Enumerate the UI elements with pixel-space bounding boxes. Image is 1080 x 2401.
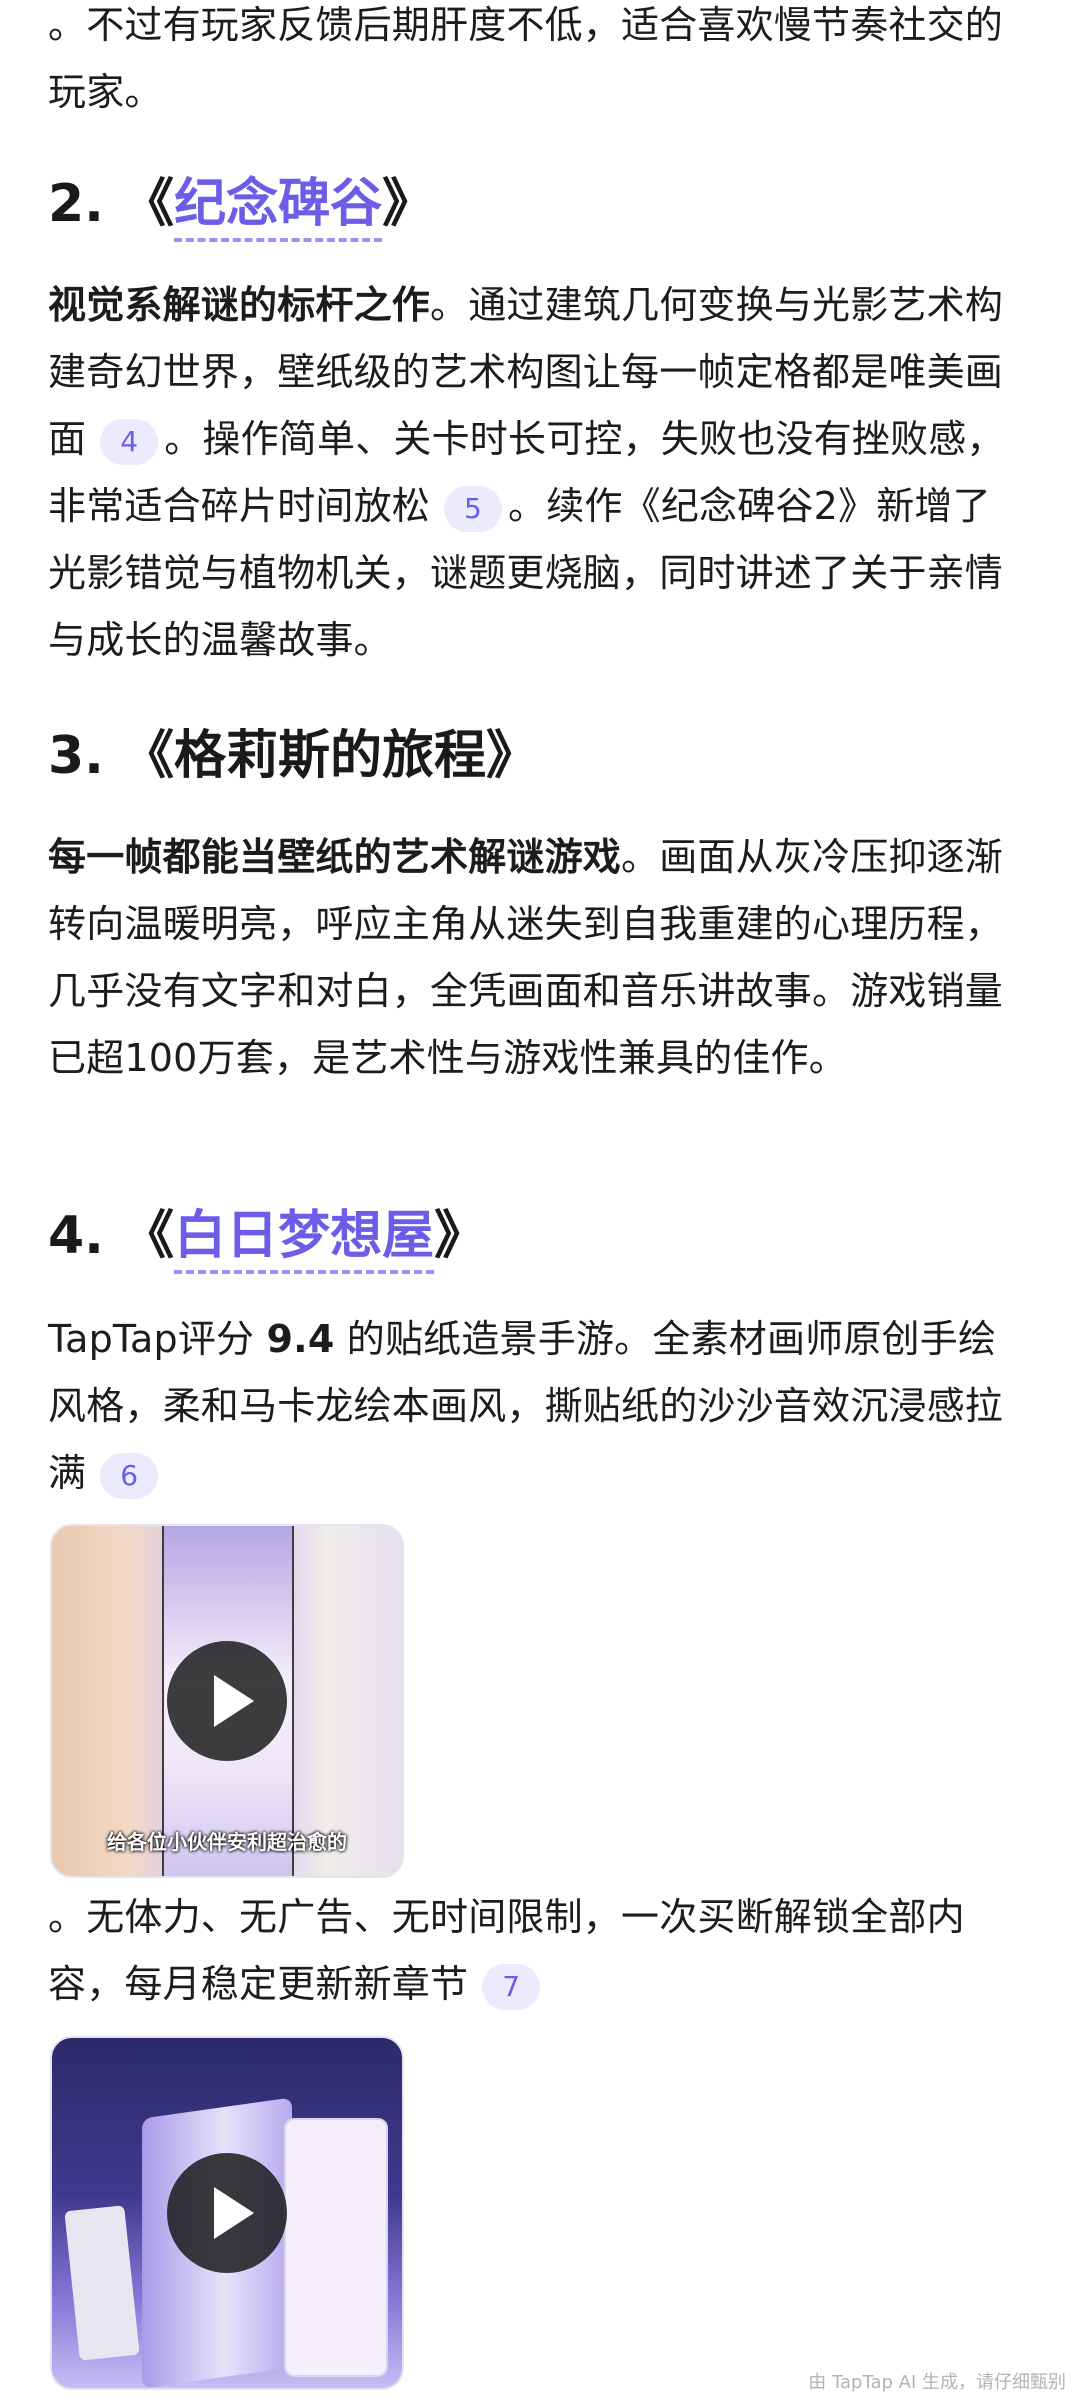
item-3-title: 3. 《格莉斯的旅程》 (48, 726, 539, 786)
taptap-score: 9.4 (266, 1317, 335, 1361)
heading-item-3: 3. 《格莉斯的旅程》 (48, 720, 538, 792)
video-thumbnail-2[interactable] (50, 2036, 404, 2390)
play-icon (214, 2187, 254, 2239)
citation-badge-5[interactable]: 5 (444, 485, 503, 532)
citation-badge-7[interactable]: 7 (482, 1963, 541, 2010)
play-icon (214, 1675, 254, 1727)
paragraph-item-3: 每一帧都能当壁纸的艺术解谜游戏。画面从灰冷压抑逐渐转向温暖明亮，呼应主角从迷失到… (48, 824, 1018, 1092)
citation-badge-6[interactable]: 6 (100, 1452, 159, 1499)
item-4-open-bracket: 《 (122, 1206, 175, 1266)
citation-badge-4[interactable]: 4 (100, 418, 159, 465)
item-4-close-bracket: 》 (434, 1206, 487, 1266)
item-4-number: 4. (48, 1206, 104, 1266)
play-button[interactable] (167, 2153, 287, 2273)
monument-valley-link[interactable]: 纪念碑谷 (174, 174, 383, 242)
heading-item-4: 4. 《白日梦想屋》 (48, 1200, 487, 1274)
paragraph-intro-tail: 。不过有玩家反馈后期肝度不低，适合喜欢慢节奏社交的玩家。 (48, 0, 1018, 126)
intro-tail-text: 。不过有玩家反馈后期肝度不低，适合喜欢慢节奏社交的玩家。 (48, 3, 1004, 114)
item-2-open-bracket: 《 (122, 174, 175, 234)
video-2-paper-art (64, 2205, 140, 2361)
item-2-number: 2. (48, 174, 104, 234)
item-3-lead: 每一帧都能当壁纸的艺术解谜游戏 (48, 835, 622, 879)
paragraph-item-4: TapTap评分 9.4 的贴纸造景手游。全素材画师原创手绘风格，柔和马卡龙绘本… (48, 1306, 1018, 1507)
paragraph-item-4-continued: 。无体力、无广告、无时间限制，一次买断解锁全部内容，每月稳定更新新章节 7 (48, 1884, 1018, 2018)
paragraph-item-2: 视觉系解谜的标杆之作。通过建筑几何变换与光影艺术构建奇幻世界，壁纸级的艺术构图让… (48, 272, 1018, 674)
ai-disclaimer: 由 TapTap AI 生成，请仔细甄别 (808, 2372, 1066, 2393)
heading-item-2: 2. 《纪念碑谷》 (48, 168, 435, 242)
video-thumbnail-1[interactable]: 给各位小伙伴安利超治愈的 (50, 1524, 404, 1878)
item-4-text-pre: TapTap评分 (48, 1317, 267, 1361)
play-button[interactable] (167, 1641, 287, 1761)
item-2-close-bracket: 》 (382, 174, 435, 234)
item-2-lead: 视觉系解谜的标杆之作 (48, 283, 431, 327)
video-2-sticker-panel (284, 2118, 388, 2377)
daydream-house-link[interactable]: 白日梦想屋 (174, 1206, 435, 1274)
video-1-caption: 给各位小伙伴安利超治愈的 (107, 1830, 347, 1854)
